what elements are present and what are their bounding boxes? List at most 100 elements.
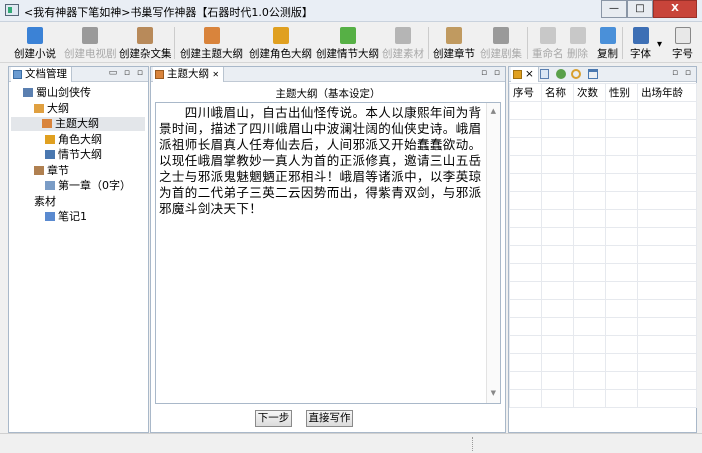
table-row bbox=[508, 317, 697, 336]
next-step-button[interactable]: 下一步 bbox=[255, 410, 292, 427]
tree-item-icon bbox=[45, 212, 55, 221]
tree-item[interactable]: 章节 bbox=[34, 164, 69, 178]
tree-item[interactable]: 角色大纲 bbox=[45, 133, 102, 147]
scrollbar[interactable]: ▲ ▼ bbox=[486, 103, 500, 403]
table-cell bbox=[508, 155, 543, 174]
table-row bbox=[508, 191, 697, 210]
tree-item[interactable]: 情节大纲 bbox=[45, 148, 102, 162]
toolbar-button-4[interactable]: 创建角色大纲 bbox=[249, 25, 312, 61]
table-cell bbox=[637, 137, 697, 156]
column-header[interactable]: 名称 bbox=[541, 83, 575, 102]
table-row bbox=[508, 299, 697, 318]
outline-text: 四川峨眉山，自古出仙怪传说。本人以康熙年间为背景时间，描述了四川峨眉山中波澜壮阔… bbox=[159, 105, 482, 216]
table-row bbox=[508, 227, 697, 246]
table-cell bbox=[637, 335, 697, 354]
table-cell bbox=[605, 209, 639, 228]
toolbar-button-label: 创建情节大纲 bbox=[316, 48, 379, 60]
table-cell bbox=[605, 137, 639, 156]
close-button[interactable]: X bbox=[653, 0, 697, 18]
tree-item-icon bbox=[34, 165, 44, 175]
toolbar-button-6[interactable]: 创建素材 bbox=[382, 25, 424, 61]
table-cell bbox=[573, 281, 607, 300]
toolbar-button-10[interactable]: 删除 bbox=[567, 25, 588, 61]
window-icon[interactable] bbox=[588, 69, 598, 79]
table-cell bbox=[573, 263, 607, 282]
tree-item[interactable]: 大纲 bbox=[34, 102, 69, 116]
table-cell bbox=[573, 191, 607, 210]
app-icon bbox=[5, 4, 19, 16]
table-cell bbox=[605, 119, 639, 138]
toolbar-button-3[interactable]: 创建主题大纲 bbox=[180, 25, 243, 61]
editor-panel: 主题大纲 ✕ ▫ ▫ 主题大纲（基本设定） 四川峨眉山，自古出仙怪传说。本人以康熙… bbox=[150, 66, 506, 433]
table-row bbox=[508, 119, 697, 138]
write-directly-button[interactable]: 直接写作 bbox=[306, 410, 353, 427]
panel-controls[interactable]: ▫ ▫ bbox=[481, 68, 502, 78]
table-cell bbox=[541, 227, 575, 246]
document-icon bbox=[13, 70, 22, 79]
toolbar-separator bbox=[428, 27, 429, 59]
minimize-button[interactable]: — bbox=[601, 0, 627, 18]
tree-item-label: 主题大纲 bbox=[55, 117, 99, 130]
panel-controls[interactable]: ▭ ▫ ▫ bbox=[109, 68, 145, 78]
table-cell bbox=[605, 245, 639, 264]
tree-item-label: 笔记1 bbox=[58, 210, 87, 223]
page-icon[interactable] bbox=[540, 69, 549, 79]
toolbar-button-8[interactable]: 创建剧集 bbox=[480, 25, 522, 61]
tab-label: 文档管理 bbox=[25, 68, 67, 80]
outline-text-area[interactable]: 四川峨眉山，自古出仙怪传说。本人以康熙年间为背景时间，描述了四川峨眉山中波澜壮阔… bbox=[155, 102, 501, 404]
toolbar-button-label: 创建杂文集 bbox=[119, 48, 172, 60]
toolbar-button-7[interactable]: 创建章节 bbox=[433, 25, 475, 61]
column-header[interactable]: 次数 bbox=[573, 83, 607, 102]
tab-document-manager[interactable]: 文档管理 bbox=[11, 67, 72, 82]
outline-icon bbox=[155, 70, 164, 79]
column-header[interactable]: 性别 bbox=[605, 83, 639, 102]
table-cell bbox=[637, 227, 697, 246]
toolbar-icon bbox=[569, 27, 586, 44]
toolbar-button-13[interactable]: 字号 bbox=[672, 25, 693, 61]
toolbar-button-label: 删除 bbox=[567, 48, 588, 60]
toolbar-button-12[interactable]: 字体 bbox=[630, 25, 651, 61]
toolbar-separator bbox=[174, 27, 175, 59]
table-cell bbox=[573, 209, 607, 228]
table-row bbox=[508, 353, 697, 372]
table-cell bbox=[573, 119, 607, 138]
toolbar-button-label: 创建素材 bbox=[382, 48, 424, 60]
table-cell bbox=[508, 263, 543, 282]
tab-characters[interactable]: ⨯ bbox=[511, 67, 539, 82]
toolbar-button-label: 字体 bbox=[630, 48, 651, 60]
table-cell bbox=[605, 353, 639, 372]
table-cell bbox=[573, 155, 607, 174]
panel-controls[interactable]: ▫ ▫ bbox=[672, 68, 693, 78]
tree-item[interactable]: 素材 bbox=[34, 195, 56, 209]
toolbar-button-1[interactable]: 创建电视剧 bbox=[64, 25, 117, 61]
tree-item-label: 章节 bbox=[47, 163, 69, 177]
document-manager-panel: 文档管理 ▭ ▫ ▫ 蜀山剑侠传大纲 主题大纲角色大纲 情节大纲 章节第一章（0字） 素材… bbox=[8, 66, 149, 433]
toolbar-button-11[interactable]: 复制 bbox=[597, 25, 618, 61]
toolbar-button-0[interactable]: 创建小说 bbox=[14, 25, 56, 61]
close-tab-icon[interactable]: ✕ bbox=[212, 70, 219, 79]
tree-item[interactable]: 笔记1 bbox=[45, 210, 87, 224]
toolbar-icon bbox=[446, 27, 462, 44]
refresh-icon[interactable] bbox=[556, 69, 566, 79]
toolbar-button-5[interactable]: 创建情节大纲 bbox=[316, 25, 379, 61]
tree-item-icon bbox=[42, 119, 52, 128]
table-cell bbox=[573, 101, 607, 120]
tree-item[interactable]: 蜀山剑侠传 bbox=[23, 86, 91, 100]
table-cell bbox=[573, 389, 607, 408]
font-dropdown-arrow[interactable]: ▾ bbox=[657, 39, 662, 50]
table-cell bbox=[541, 191, 575, 210]
search-icon[interactable] bbox=[571, 69, 581, 79]
title-bar: <我有神器下笔如神>书巢写作神器【石器时代1.0公测版】 — □ X bbox=[0, 0, 702, 22]
tree-item[interactable]: 第一章（0字） bbox=[45, 179, 131, 193]
toolbar-button-2[interactable]: 创建杂文集 bbox=[119, 25, 172, 61]
column-header[interactable]: 出场年龄 bbox=[637, 83, 697, 102]
table-cell bbox=[637, 155, 697, 174]
tab-theme-outline[interactable]: 主题大纲 ✕ bbox=[153, 67, 225, 82]
column-header[interactable]: 序号 bbox=[508, 83, 543, 102]
tree-item-icon bbox=[34, 103, 44, 113]
tab-label: 主题大纲 bbox=[167, 68, 209, 80]
table-cell bbox=[573, 299, 607, 318]
maximize-button[interactable]: □ bbox=[627, 0, 653, 18]
toolbar-button-9[interactable]: 重命名 bbox=[532, 25, 564, 61]
tree-item[interactable]: 主题大纲 bbox=[11, 117, 145, 131]
